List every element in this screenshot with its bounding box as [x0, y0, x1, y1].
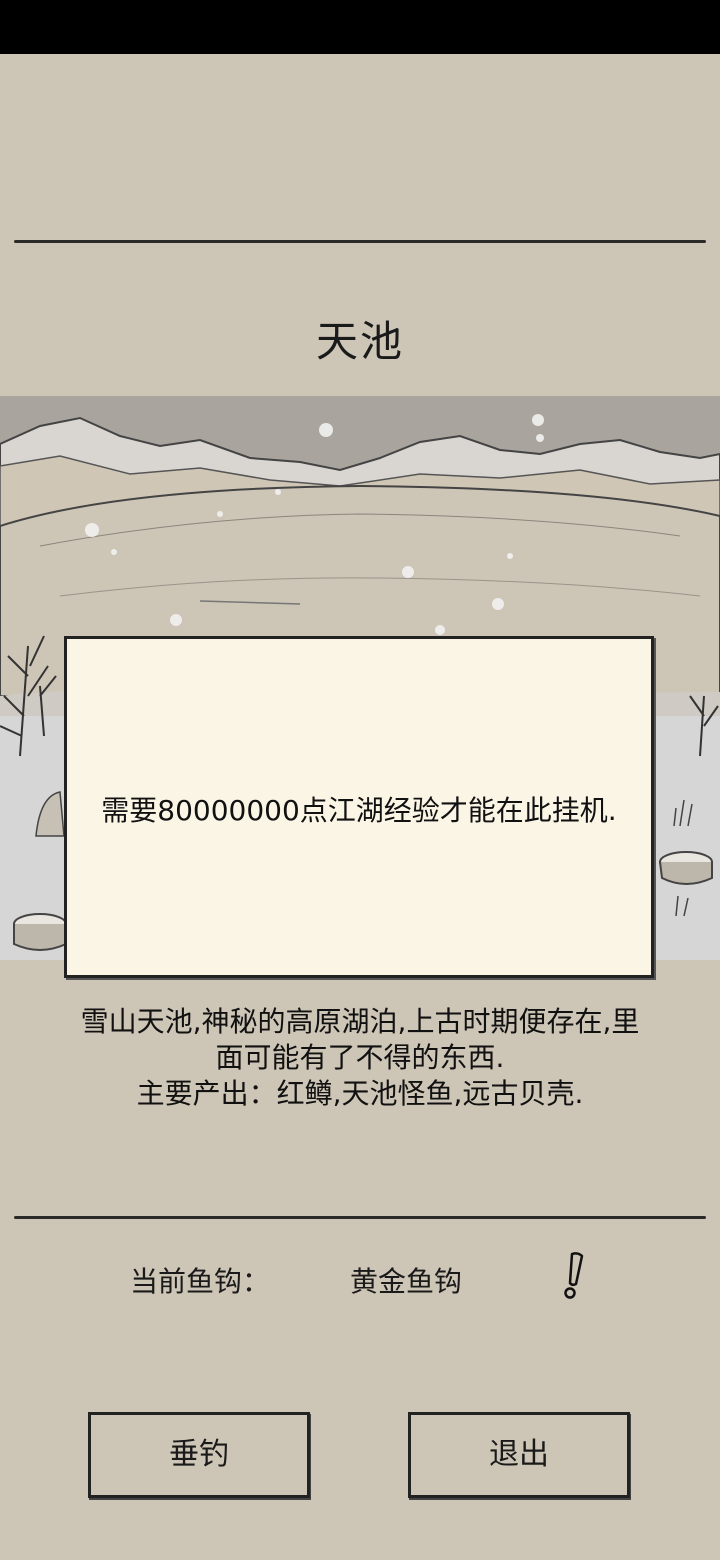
location-title: 天池	[315, 317, 404, 366]
exclamation-icon[interactable]	[558, 1250, 592, 1300]
current-hook-label: 当前鱼钩：	[130, 1265, 271, 1298]
bottom-divider	[14, 1216, 706, 1219]
description-line: 雪山天池,神秘的高原湖泊,上古时期便存在,里	[80, 1005, 640, 1038]
description-line: 主要产出：红鳟,天池怪鱼,远古贝壳.	[136, 1077, 584, 1110]
fish-button[interactable]: 垂钓	[88, 1412, 310, 1498]
requirement-message: 需要80000000点江湖经验才能在此挂机.	[101, 794, 617, 827]
requirement-dialog[interactable]: 需要80000000点江湖经验才能在此挂机.	[64, 636, 654, 978]
status-bar	[0, 0, 720, 54]
top-divider	[14, 240, 706, 243]
description-line: 面可能有了不得的东西.	[215, 1041, 505, 1074]
current-hook-value: 黄金鱼钩	[350, 1265, 463, 1298]
location-description: 雪山天池,神秘的高原湖泊,上古时期便存在,里 面可能有了不得的东西. 主要产出：…	[40, 1004, 680, 1112]
quit-button[interactable]: 退出	[408, 1412, 630, 1498]
